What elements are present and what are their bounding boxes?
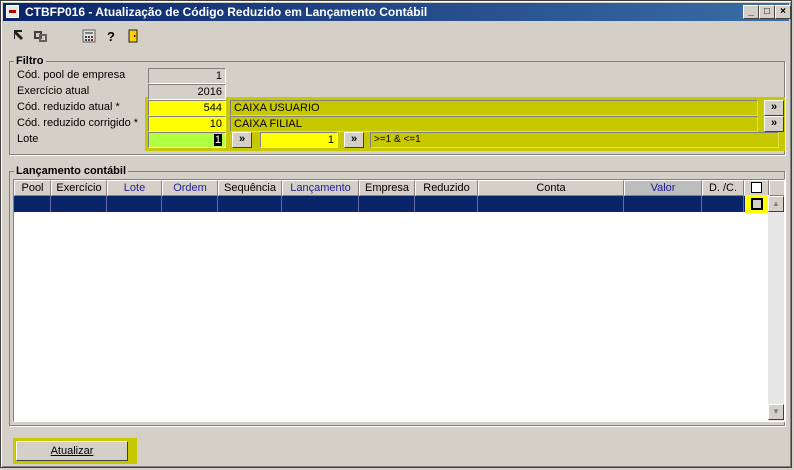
atualizar-highlight: Atualizar: [13, 438, 137, 464]
reduzido-corrigido-input[interactable]: 10: [148, 116, 226, 132]
grid-cell[interactable]: [624, 196, 702, 212]
minimize-button[interactable]: _: [743, 5, 759, 19]
grid-cell[interactable]: [51, 196, 107, 212]
app-window: CTBFP016 - Atualização de Código Reduzid…: [0, 0, 792, 468]
reduzido-atual-label: Cód. reduzido atual *: [17, 101, 120, 113]
lancamento-legend: Lançamento contábil: [16, 165, 127, 177]
column-header-exercicio[interactable]: Exercício: [51, 180, 107, 196]
lote-to-lookup-button[interactable]: »: [344, 132, 364, 148]
lote-from-input[interactable]: 1: [148, 132, 226, 148]
arrow-icon[interactable]: [11, 29, 27, 45]
app-icon: [6, 5, 19, 18]
grid-cell[interactable]: [14, 196, 51, 212]
row-select-checkbox[interactable]: [751, 198, 763, 210]
reduzido-corrigido-label: Cód. reduzido corrigido *: [17, 117, 139, 129]
column-header-select-all[interactable]: [744, 180, 769, 196]
exit-icon[interactable]: [125, 29, 141, 45]
scroll-down-button[interactable]: ▼: [768, 404, 784, 420]
maximize-button[interactable]: □: [759, 5, 775, 19]
exercicio-field: 2016: [148, 84, 226, 100]
column-header-conta[interactable]: Conta: [478, 180, 624, 196]
reduzido-atual-description: CAIXA USUARIO: [230, 100, 758, 116]
grid-cell[interactable]: [107, 196, 162, 212]
column-header-pool[interactable]: Pool: [14, 180, 51, 196]
pool-field: 1: [148, 68, 226, 84]
grid-cell[interactable]: [415, 196, 478, 212]
reduzido-atual-input[interactable]: 544: [148, 100, 226, 116]
reduzido-atual-lookup-button[interactable]: »: [764, 100, 784, 116]
column-header-sequencia[interactable]: Sequência: [218, 180, 282, 196]
grid-cell[interactable]: [218, 196, 282, 212]
atualizar-button[interactable]: Atualizar: [16, 441, 128, 461]
column-header-ordem[interactable]: Ordem: [162, 180, 218, 196]
grid-cell[interactable]: [478, 196, 624, 212]
exercicio-label: Exercício atual: [17, 85, 90, 97]
vertical-scrollbar[interactable]: ▲ ▼: [768, 196, 784, 421]
column-header-empresa[interactable]: Empresa: [359, 180, 415, 196]
column-header-lancamento[interactable]: Lançamento: [282, 180, 359, 196]
lote-to-input[interactable]: 1: [260, 132, 338, 148]
grid-cell[interactable]: [162, 196, 218, 212]
column-header-dc[interactable]: D. /C.: [702, 180, 744, 196]
calculator-icon[interactable]: [81, 29, 97, 45]
link-icon[interactable]: [33, 29, 49, 45]
reduzido-corrigido-lookup-button[interactable]: »: [764, 116, 784, 132]
grid-cell[interactable]: [282, 196, 359, 212]
window-title: CTBFP016 - Atualização de Código Reduzid…: [25, 5, 428, 19]
select-all-checkbox[interactable]: [751, 182, 762, 193]
pool-label: Cód. pool de empresa: [17, 69, 126, 81]
lancamento-grid[interactable]: Pool Exercício Lote Ordem Sequência Lanç…: [13, 179, 785, 422]
column-header-reduzido[interactable]: Reduzido: [415, 180, 478, 196]
lote-expression: >=1 & <=1: [370, 132, 779, 148]
column-header-corner: [769, 180, 784, 196]
lote-label: Lote: [17, 133, 39, 145]
lote-from-lookup-button[interactable]: »: [232, 132, 252, 148]
column-header-valor[interactable]: Valor: [624, 180, 702, 196]
scroll-up-button[interactable]: ▲: [768, 196, 784, 212]
close-button[interactable]: ×: [775, 5, 791, 19]
title-bar: CTBFP016 - Atualização de Código Reduzid…: [3, 3, 791, 21]
reduzido-corrigido-description: CAIXA FILIAL: [230, 116, 758, 132]
help-icon[interactable]: ?: [103, 29, 119, 45]
grid-cell[interactable]: [359, 196, 415, 212]
column-header-lote[interactable]: Lote: [107, 180, 162, 196]
grid-cell[interactable]: [702, 196, 744, 212]
filter-legend: Filtro: [16, 55, 44, 67]
lote-from-value: 1: [213, 134, 222, 146]
